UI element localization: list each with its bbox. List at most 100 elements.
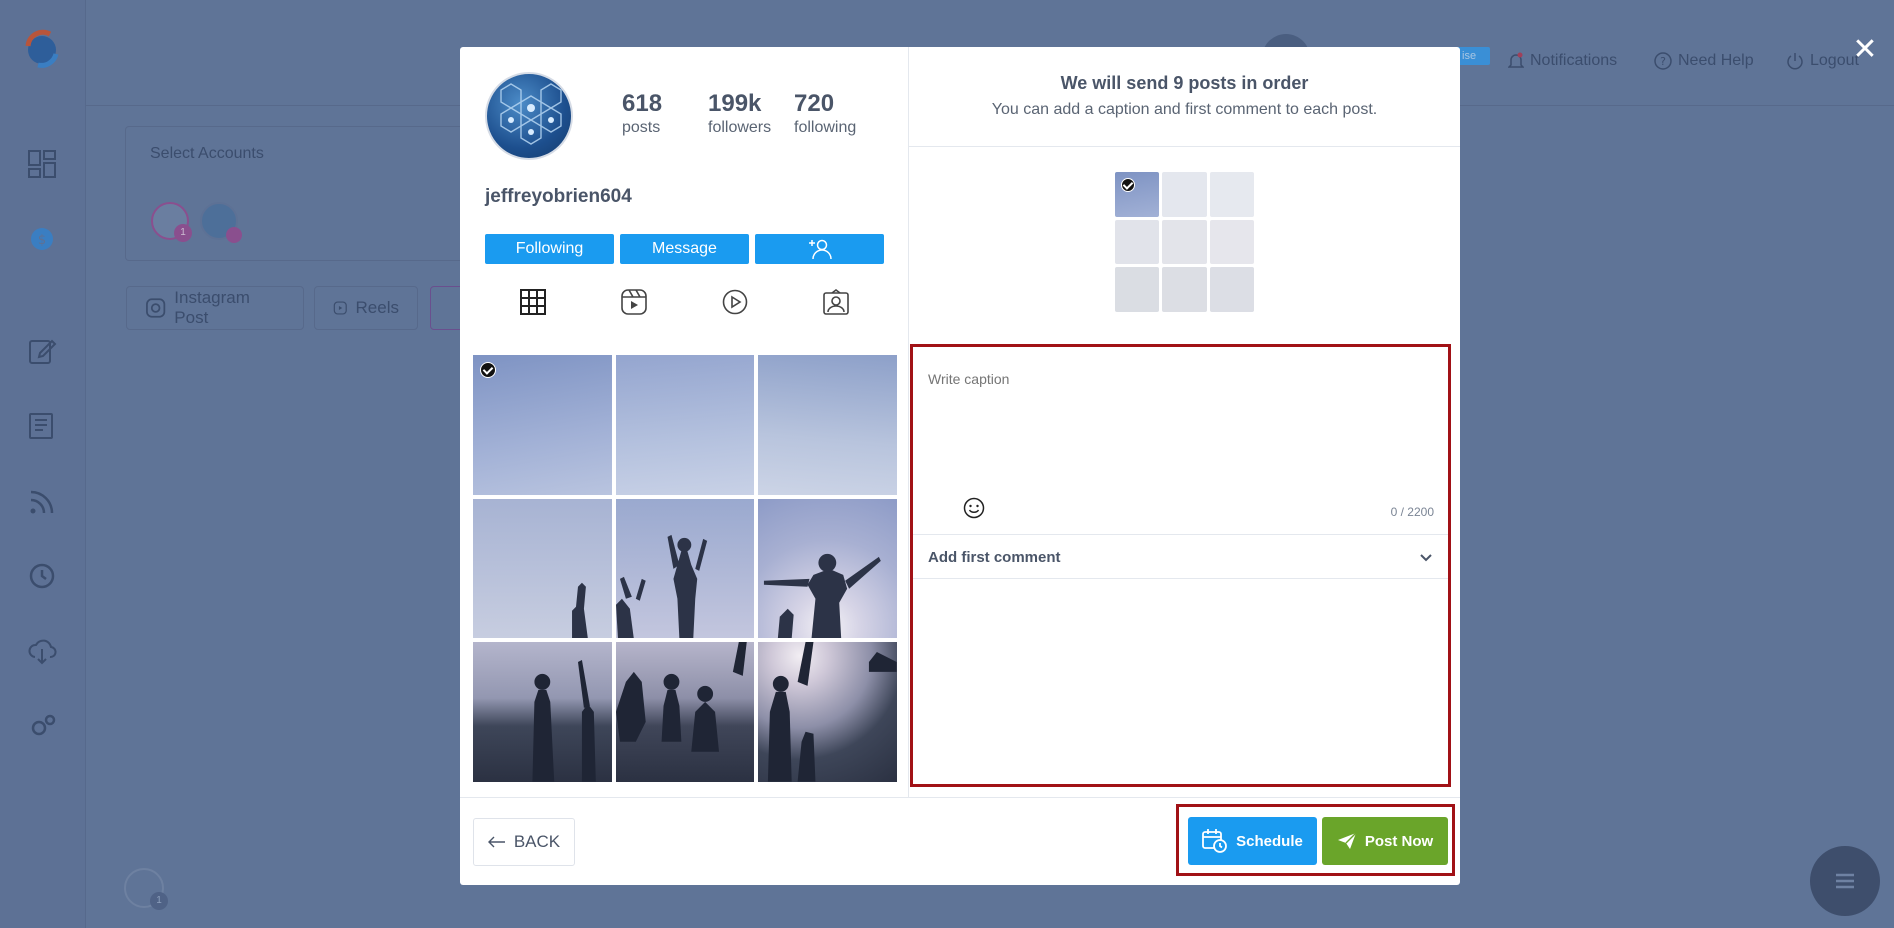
schedule-label: Schedule <box>1236 832 1303 850</box>
grid-tile-2[interactable] <box>615 355 755 495</box>
post-actions-group: Schedule Post Now <box>1176 804 1455 876</box>
people-silhouette-icon <box>572 582 588 639</box>
dashboard-icon[interactable] <box>26 148 58 180</box>
add-user-button[interactable] <box>755 234 884 264</box>
tab-reels[interactable]: Reels <box>314 286 418 330</box>
tab-grid-icon[interactable] <box>519 288 547 316</box>
post-order-thumbnails <box>1115 172 1254 312</box>
message-button[interactable]: Message <box>620 234 749 264</box>
grid-tile-4[interactable] <box>473 498 612 639</box>
instagram-badge-icon <box>226 227 242 243</box>
calendar-clock-icon <box>1202 829 1228 853</box>
following-button[interactable]: Following <box>485 234 614 264</box>
compose-icon[interactable] <box>26 335 58 367</box>
thumb-8[interactable] <box>1162 267 1207 312</box>
tab-reels-icon[interactable] <box>620 288 648 316</box>
first-comment-toggle[interactable]: Add first comment <box>913 534 1448 579</box>
stat-posts-label: posts <box>622 119 661 136</box>
grid-tile-3[interactable] <box>758 355 897 495</box>
stat-following: 720 following <box>794 91 856 137</box>
posts-order-subtitle: You can add a caption and first comment … <box>991 101 1378 118</box>
schedule-history-icon[interactable] <box>26 560 58 592</box>
thumb-1[interactable] <box>1115 172 1160 217</box>
tab-video-icon[interactable] <box>721 288 749 316</box>
first-comment-label: Add first comment <box>928 549 1061 566</box>
settings-gear-icon[interactable] <box>26 710 58 742</box>
people-silhouette-icon <box>615 534 707 639</box>
plan-badge: ise <box>1456 47 1490 65</box>
account-count-badge: 1 <box>174 224 192 242</box>
thumb-7[interactable] <box>1115 267 1160 312</box>
post-now-button[interactable]: Post Now <box>1322 817 1448 865</box>
profile-preview-panel: 618 posts 199k followers 720 following j… <box>460 47 909 797</box>
caption-char-counter: 0 / 2200 <box>1390 505 1434 519</box>
cloud-download-icon[interactable] <box>26 635 58 667</box>
tab-instagram-post[interactable]: Instagram Post <box>126 286 304 330</box>
need-help-link[interactable]: ? Need Help <box>1654 52 1754 70</box>
reels-icon <box>333 301 347 315</box>
thumb-5[interactable] <box>1162 219 1207 265</box>
selected-check-icon <box>480 362 496 378</box>
stat-posts-value: 618 <box>622 90 663 117</box>
emoji-icon[interactable] <box>963 497 985 519</box>
logout-link[interactable]: Logout <box>1786 52 1859 70</box>
stat-followers-label: followers <box>708 119 772 136</box>
thumb-2[interactable] <box>1162 172 1207 217</box>
stat-following-value: 720 <box>794 90 835 117</box>
selected-check-icon <box>1121 178 1135 192</box>
people-silhouette-icon <box>615 642 747 753</box>
profile-username: jeffreyobrien604 <box>485 186 632 207</box>
thumb-6[interactable] <box>1209 219 1254 265</box>
post-now-label: Post Now <box>1364 832 1434 850</box>
hexagon-network-icon <box>500 83 562 145</box>
billing-icon[interactable]: $ <box>26 223 58 255</box>
modal-footer: BACK Schedule Post Now <box>460 797 1460 885</box>
thumb-3[interactable] <box>1209 172 1254 217</box>
profile-avatar <box>485 72 573 160</box>
people-silhouette-icon <box>768 642 897 782</box>
stat-posts: 618 posts <box>622 91 662 137</box>
notifications-label: Notifications <box>1530 52 1618 69</box>
grid-tile-7[interactable] <box>473 642 612 782</box>
stat-followers: 199k followers <box>708 91 771 137</box>
people-silhouette-icon <box>532 660 596 782</box>
grid-tile-1[interactable] <box>473 355 612 495</box>
rss-icon[interactable] <box>26 486 58 518</box>
caption-panel: We will send 9 posts in order You can ad… <box>909 47 1460 797</box>
add-user-icon <box>808 239 832 260</box>
tab-reels-label: Reels <box>355 298 399 317</box>
thumb-9[interactable] <box>1209 267 1254 312</box>
post-grid <box>473 355 897 782</box>
help-icon: ? <box>1654 52 1672 70</box>
grid-tile-5[interactable] <box>615 498 755 639</box>
arrow-left-icon <box>487 836 505 848</box>
back-label: BACK <box>513 832 561 851</box>
people-silhouette-icon <box>764 553 882 639</box>
svg-text:?: ? <box>1660 55 1666 68</box>
stat-following-label: following <box>794 119 857 136</box>
schedule-button[interactable]: Schedule <box>1188 817 1317 865</box>
caption-input[interactable] <box>928 371 1428 387</box>
notifications-link[interactable]: Notifications <box>1508 52 1617 70</box>
posts-order-header: We will send 9 posts in order You can ad… <box>909 47 1460 147</box>
stat-followers-value: 199k <box>708 90 762 117</box>
posts-icon[interactable] <box>26 410 58 442</box>
bottom-account-badge: 1 <box>150 892 168 910</box>
app-logo-icon[interactable] <box>20 28 64 72</box>
posts-order-title: We will send 9 posts in order <box>1060 73 1309 93</box>
tab-tagged-icon[interactable] <box>822 288 850 316</box>
grid-tile-9[interactable] <box>758 642 897 782</box>
grid-tile-6[interactable] <box>758 498 897 639</box>
grid-tile-8[interactable] <box>615 642 755 782</box>
send-plane-icon <box>1337 832 1357 849</box>
close-modal-button[interactable]: ✕ <box>1851 35 1879 65</box>
thumb-4[interactable] <box>1115 219 1160 265</box>
instagram-icon <box>146 298 166 318</box>
power-icon <box>1787 53 1803 70</box>
select-accounts-title: Select Accounts <box>150 145 264 162</box>
caption-editor: 0 / 2200 Add first comment <box>910 344 1451 787</box>
back-button[interactable]: BACK <box>473 818 575 866</box>
sidebar: $ <box>0 0 86 928</box>
menu-fab-button[interactable] <box>1810 846 1880 916</box>
grid-post-preview-modal: 618 posts 199k followers 720 following j… <box>460 47 1460 885</box>
